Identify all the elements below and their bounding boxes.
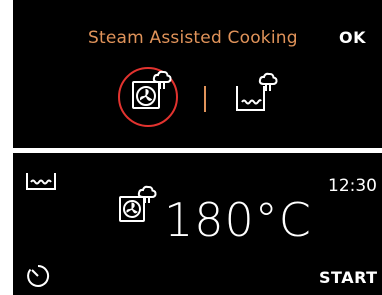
status-panel: 12:30 180°C START [13, 153, 382, 295]
clock-display[interactable]: 12:30 [328, 176, 377, 196]
ok-button[interactable]: OK [339, 28, 366, 47]
mode-selection-panel: Steam Assisted Cooking OK [13, 0, 382, 148]
mode-title: Steam Assisted Cooking [88, 28, 298, 48]
steam-fan-option[interactable] [126, 70, 176, 116]
start-button[interactable]: START [319, 268, 378, 287]
steam-fan-icon [119, 185, 157, 222]
timer-icon[interactable] [25, 263, 51, 289]
tray-heat-icon[interactable] [25, 169, 57, 191]
option-separator [204, 86, 206, 112]
steam-bottom-heat-option[interactable] [234, 72, 284, 114]
steam-bottom-heat-icon [236, 72, 278, 111]
steam-fan-icon [132, 70, 172, 109]
temperature-display[interactable]: 180°C [164, 197, 312, 243]
